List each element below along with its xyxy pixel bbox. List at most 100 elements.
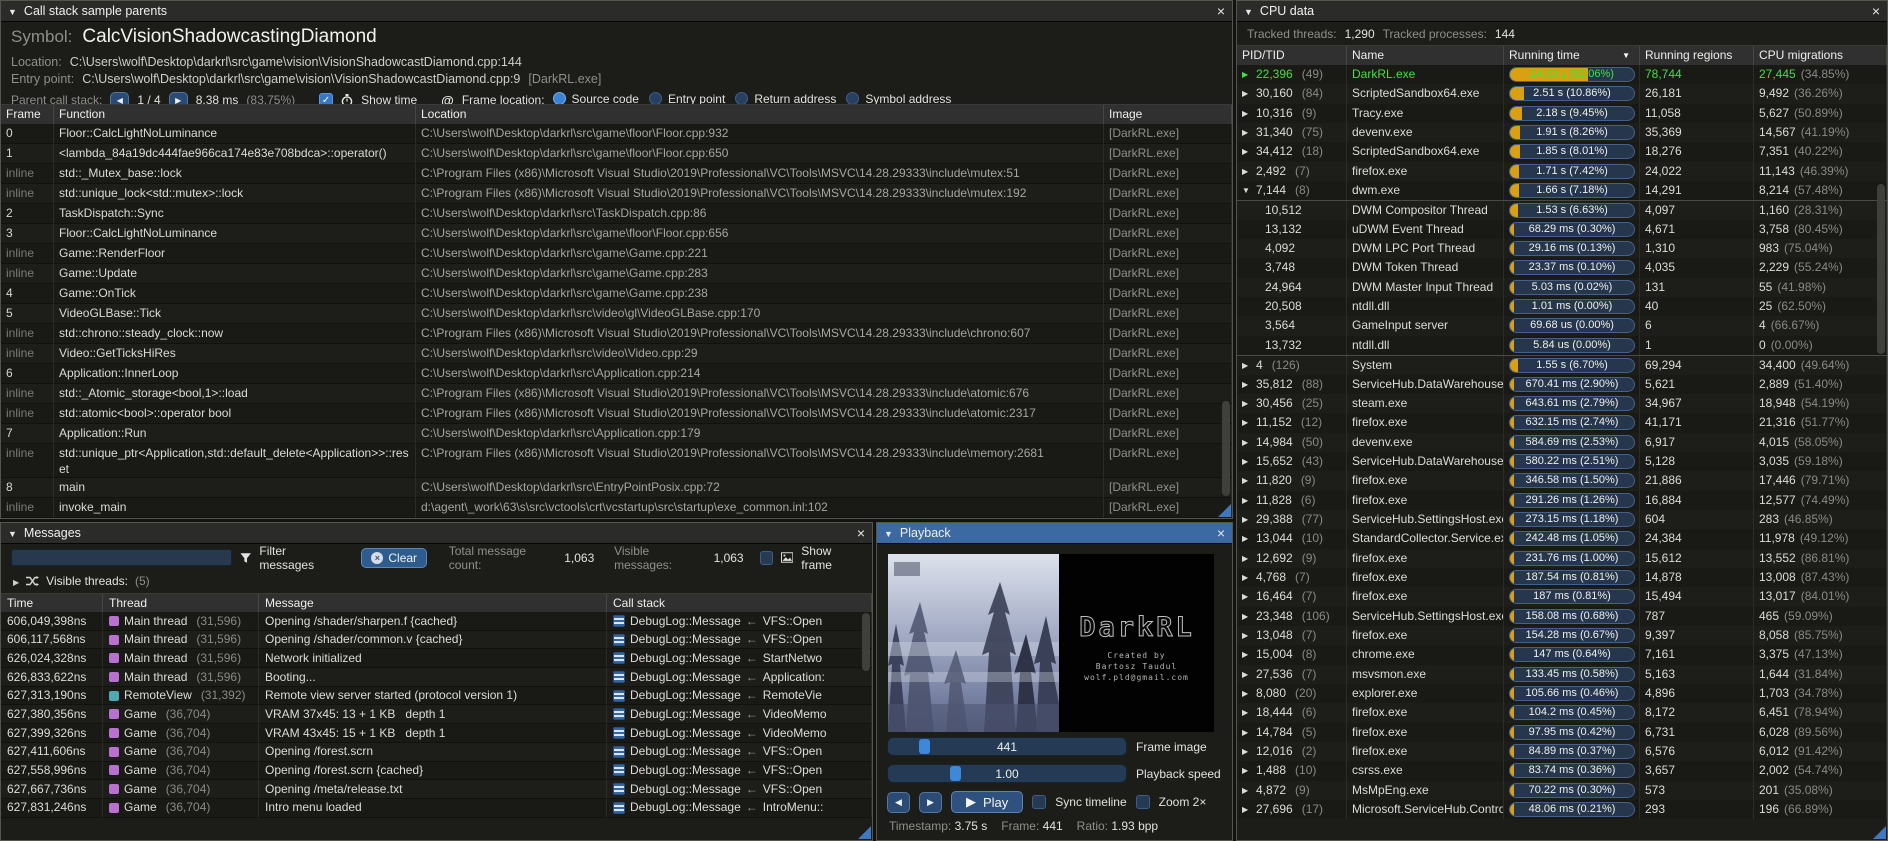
cpu-process-row[interactable]: ▶30,456(25)steam.exe643.61 ms (2.79%)34,… [1237,394,1887,413]
show-frame-checkbox[interactable] [760,551,773,565]
entry-point-path[interactable]: C:\Users\wolf\Desktop\darkrl\src\game\vi… [82,72,520,86]
message-row[interactable]: 627,558,996nsGame(36,704)Opening /forest… [1,762,872,781]
cpu-process-row[interactable]: ▶34,412(18)ScriptedSandbox64.exe1.85 s (… [1237,142,1887,161]
tree-collapsed-icon[interactable]: ▶ [1242,491,1251,510]
tree-collapsed-icon[interactable]: ▶ [1242,723,1251,742]
tree-collapsed-icon[interactable]: ▶ [1242,162,1251,181]
message-row[interactable]: 626,024,328nsMain thread(31,596)Network … [1,649,872,668]
cpu-process-row[interactable]: ▶11,820(9)firefox.exe346.58 ms (1.50%)21… [1237,471,1887,490]
col-running-time[interactable]: Running time ▼ [1504,46,1640,65]
callstack-row[interactable]: inlineGame::RenderFloorC:\Users\wolf\Des… [1,244,1232,264]
tree-collapsed-icon[interactable]: ▶ [1242,684,1251,703]
cpu-process-row[interactable]: ▶1,488(10)csrss.exe83.74 ms (0.36%)3,657… [1237,761,1887,780]
callstack-resize-grip[interactable] [1218,504,1231,517]
message-row[interactable]: 606,049,398nsMain thread(31,596)Opening … [1,612,872,631]
play-button[interactable]: ▶ Play [951,791,1023,813]
cpu-process-row[interactable]: ▶8,080(20)explorer.exe105.66 ms (0.46%)4… [1237,684,1887,703]
cpu-process-row[interactable]: ▶2,492(7)firefox.exe1.71 s (7.42%)24,022… [1237,162,1887,181]
close-icon[interactable]: × [1872,4,1880,18]
messages-resize-grip[interactable] [858,826,871,839]
sync-timeline-checkbox[interactable] [1032,795,1046,809]
callstack-cell[interactable]: DebugLog::Message←VFS::Open [607,762,872,781]
cpu-process-row[interactable]: ▼7,144(8)dwm.exe1.66 s (7.18%)14,2918,21… [1237,181,1887,200]
prev-frame-button[interactable]: ◀ [887,792,910,813]
tree-expanded-icon[interactable]: ▼ [1242,181,1251,200]
cpu-process-row[interactable]: 24,964DWM Master Input Thread5.03 ms (0.… [1237,278,1887,297]
collapse-icon[interactable] [1244,4,1253,18]
callstack-row[interactable]: inlinestd::_Atomic_storage<bool,1>::load… [1,384,1232,404]
message-row[interactable]: 606,117,568nsMain thread(31,596)Opening … [1,631,872,650]
cpu-process-row[interactable]: 10,512DWM Compositor Thread1.53 s (6.63%… [1237,200,1887,219]
cpu-process-row[interactable]: 13,132uDWM Event Thread68.29 ms (0.30%)4… [1237,220,1887,239]
cpu-process-row[interactable]: ▶27,696(17)Microsoft.ServiceHub.Controll… [1237,800,1887,819]
tree-collapsed-icon[interactable]: ▶ [1242,529,1251,548]
tree-collapsed-icon[interactable]: ▶ [1242,510,1251,529]
callstack-row[interactable]: inlinestd::atomic<bool>::operator boolC:… [1,404,1232,424]
cpu-process-row[interactable]: ▶15,004(8)chrome.exe147 ms (0.64%)7,1613… [1237,645,1887,664]
clear-button[interactable]: × Clear [361,548,427,568]
cpu-process-row[interactable]: ▶23,348(106)ServiceHub.SettingsHost.exe1… [1237,607,1887,626]
callstack-cell[interactable]: DebugLog::Message←StartNetwo [607,649,872,668]
callstack-cell[interactable]: DebugLog::Message←Application: [607,668,872,687]
tree-collapsed-icon[interactable]: ▶ [1242,452,1251,471]
cpu-process-row[interactable]: ▶12,016(2)firefox.exe84.89 ms (0.37%)6,5… [1237,742,1887,761]
collapse-icon[interactable] [8,4,17,18]
callstack-row[interactable]: 4Game::OnTickC:\Users\wolf\Desktop\darkr… [1,284,1232,304]
close-icon[interactable]: × [857,526,865,540]
callstack-row[interactable]: inlineinvoke_maind:\agent\_work\63\s\src… [1,498,1232,518]
cpu-process-row[interactable]: ▶29,388(77)ServiceHub.SettingsHost.exe27… [1237,510,1887,529]
close-icon[interactable]: × [1217,526,1225,540]
tree-collapsed-icon[interactable]: ▶ [1242,84,1251,103]
tree-collapsed-icon[interactable]: ▶ [1242,356,1251,374]
callstack-cell[interactable]: DebugLog::Message←VFS::Open [607,631,872,650]
cpu-process-row[interactable]: ▶15,652(43)ServiceHub.DataWarehouseHost.… [1237,452,1887,471]
col-running-regions[interactable]: Running regions [1640,46,1754,65]
cpu-resize-grip[interactable] [1873,826,1886,839]
col-pid-tid[interactable]: PID/TID [1237,46,1347,65]
callstack-cell[interactable]: DebugLog::Message←RemoteVie [607,687,872,706]
callstack-row[interactable]: 3Floor::CalcLightNoLuminanceC:\Users\wol… [1,224,1232,244]
tree-collapsed-icon[interactable]: ▶ [1242,471,1251,490]
tree-collapsed-icon[interactable]: ▶ [1242,394,1251,413]
tree-collapsed-icon[interactable]: ▶ [1242,413,1251,432]
tree-collapsed-icon[interactable]: ▶ [1242,587,1251,606]
cpu-process-row[interactable]: ▶18,444(6)firefox.exe104.2 ms (0.45%)8,1… [1237,703,1887,722]
callstack-row[interactable]: inlineVideo::GetTicksHiResC:\Users\wolf\… [1,344,1232,364]
visible-threads-row[interactable]: Visible threads: (5) [1,571,872,591]
message-row[interactable]: 627,831,246nsGame(36,704)Intro menu load… [1,799,872,818]
tree-collapsed-icon[interactable]: ▶ [1242,375,1251,394]
callstack-row[interactable]: inlinestd::_Mutex_base::lockC:\Program F… [1,164,1232,184]
tree-collapsed-icon[interactable]: ▶ [1242,123,1251,142]
tree-collapsed-icon[interactable]: ▶ [1242,665,1251,684]
messages-scrollbar-thumb[interactable] [862,613,870,671]
frame-image-slider[interactable]: 441 [887,737,1127,756]
cpu-process-row[interactable]: ▶4,768(7)firefox.exe187.54 ms (0.81%)14,… [1237,568,1887,587]
tree-collapsed-icon[interactable]: ▶ [1242,568,1251,587]
collapse-icon[interactable] [884,526,893,540]
tree-collapsed-icon[interactable]: ▶ [1242,781,1251,800]
callstack-cell[interactable]: DebugLog::Message←VFS::Open [607,612,872,631]
zoom-2x-checkbox[interactable] [1136,795,1150,809]
message-row[interactable]: 627,411,606nsGame(36,704)Opening /forest… [1,743,872,762]
tree-collapsed-icon[interactable]: ▶ [1242,65,1251,84]
callstack-cell[interactable]: DebugLog::Message←VideoMemo [607,724,872,743]
close-icon[interactable]: × [1217,4,1225,18]
message-row[interactable]: 627,380,356nsGame(36,704)VRAM 37x45: 13 … [1,705,872,724]
cpu-process-row[interactable]: ▶4,872(9)MsMpEng.exe70.22 ms (0.30%)5732… [1237,781,1887,800]
cpu-process-row[interactable]: ▶30,160(84)ScriptedSandbox64.exe2.51 s (… [1237,84,1887,103]
next-frame-button[interactable]: ▶ [919,792,942,813]
cpu-process-row[interactable]: ▶35,812(88)ServiceHub.DataWarehouseHost.… [1237,375,1887,394]
cpu-process-row[interactable]: 13,732ntdll.dll5.84 us (0.00%)10(0.00%) [1237,336,1887,355]
collapse-icon[interactable] [8,526,17,540]
cpu-process-row[interactable]: 3,748DWM Token Thread23.37 ms (0.10%)4,0… [1237,258,1887,277]
callstack-row[interactable]: 7Application::RunC:\Users\wolf\Desktop\d… [1,424,1232,444]
cpu-scrollbar-thumb[interactable] [1877,184,1885,354]
callstack-row[interactable]: 8mainC:\Users\wolf\Desktop\darkrl\src\En… [1,478,1232,498]
cpu-process-row[interactable]: ▶11,828(6)firefox.exe291.26 ms (1.26%)16… [1237,491,1887,510]
callstack-row[interactable]: 1<lambda_84a19dc444fae966ca174e83e708bdc… [1,144,1232,164]
cpu-process-row[interactable]: ▶22,396(49)DarkRL.exe14.33 s (62.06%)78,… [1237,65,1887,84]
callstack-row[interactable]: inlineGame::UpdateC:\Users\wolf\Desktop\… [1,264,1232,284]
cpu-process-row[interactable]: ▶11,152(12)firefox.exe632.15 ms (2.74%)4… [1237,413,1887,432]
cpu-process-row[interactable]: ▶4(126)System1.55 s (6.70%)69,29434,400(… [1237,355,1887,374]
playback-speed-slider[interactable]: 1.00 [887,764,1127,783]
